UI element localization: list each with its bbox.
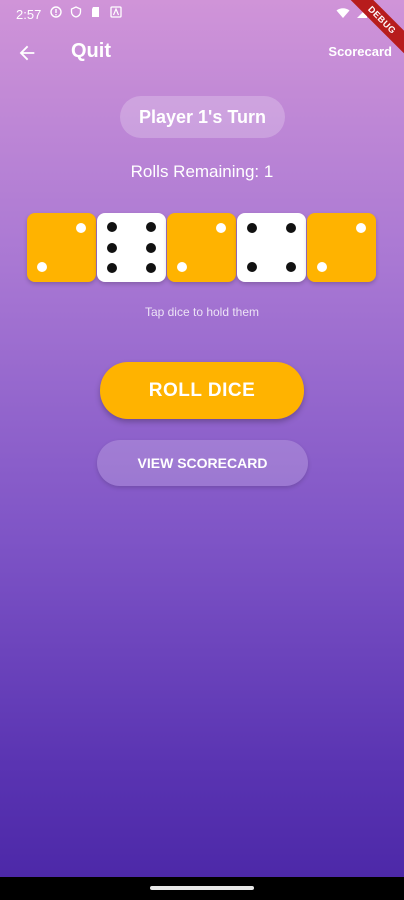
view-scorecard-button[interactable]: VIEW SCORECARD xyxy=(97,440,308,486)
sd-card-icon xyxy=(90,6,102,18)
alert-circle-icon xyxy=(50,6,62,18)
die-pip xyxy=(75,223,86,234)
die-pip xyxy=(145,263,156,274)
dice-row xyxy=(27,213,376,282)
status-bar: 2:57 xyxy=(0,0,404,28)
die-2[interactable] xyxy=(97,213,166,282)
turn-indicator: Player 1's Turn xyxy=(120,96,285,138)
roll-dice-button[interactable]: ROLL DICE xyxy=(100,362,304,419)
status-time: 2:57 xyxy=(16,7,42,22)
die-3[interactable] xyxy=(167,213,236,282)
navigation-bar xyxy=(0,877,404,900)
die-pip xyxy=(285,261,296,272)
die-pip xyxy=(107,242,118,253)
wifi-icon xyxy=(336,6,350,24)
hold-hint: Tap dice to hold them xyxy=(144,305,260,319)
notification-a-icon xyxy=(110,6,122,18)
die-pip xyxy=(355,223,366,234)
die-pip xyxy=(317,261,328,272)
die-pip xyxy=(177,261,188,272)
die-4[interactable] xyxy=(237,213,306,282)
die-pip xyxy=(107,263,118,274)
quit-title[interactable]: Quit xyxy=(71,40,111,63)
die-pip xyxy=(285,223,296,234)
arrow-left-icon xyxy=(19,45,35,61)
die-1[interactable] xyxy=(27,213,96,282)
die-pip xyxy=(37,261,48,272)
die-pip xyxy=(107,221,118,232)
die-pip xyxy=(247,261,258,272)
app-bar: Quit Scorecard xyxy=(0,28,404,78)
shield-icon xyxy=(70,6,82,18)
die-pip xyxy=(247,223,258,234)
scorecard-action[interactable]: Scorecard xyxy=(328,44,392,59)
home-indicator[interactable] xyxy=(150,886,254,890)
die-5[interactable] xyxy=(307,213,376,282)
die-pip xyxy=(215,223,226,234)
die-pip xyxy=(145,242,156,253)
back-button[interactable] xyxy=(16,40,42,66)
status-icons-left xyxy=(50,6,122,18)
die-pip xyxy=(145,221,156,232)
rolls-remaining: Rolls Remaining: 1 xyxy=(130,162,274,181)
